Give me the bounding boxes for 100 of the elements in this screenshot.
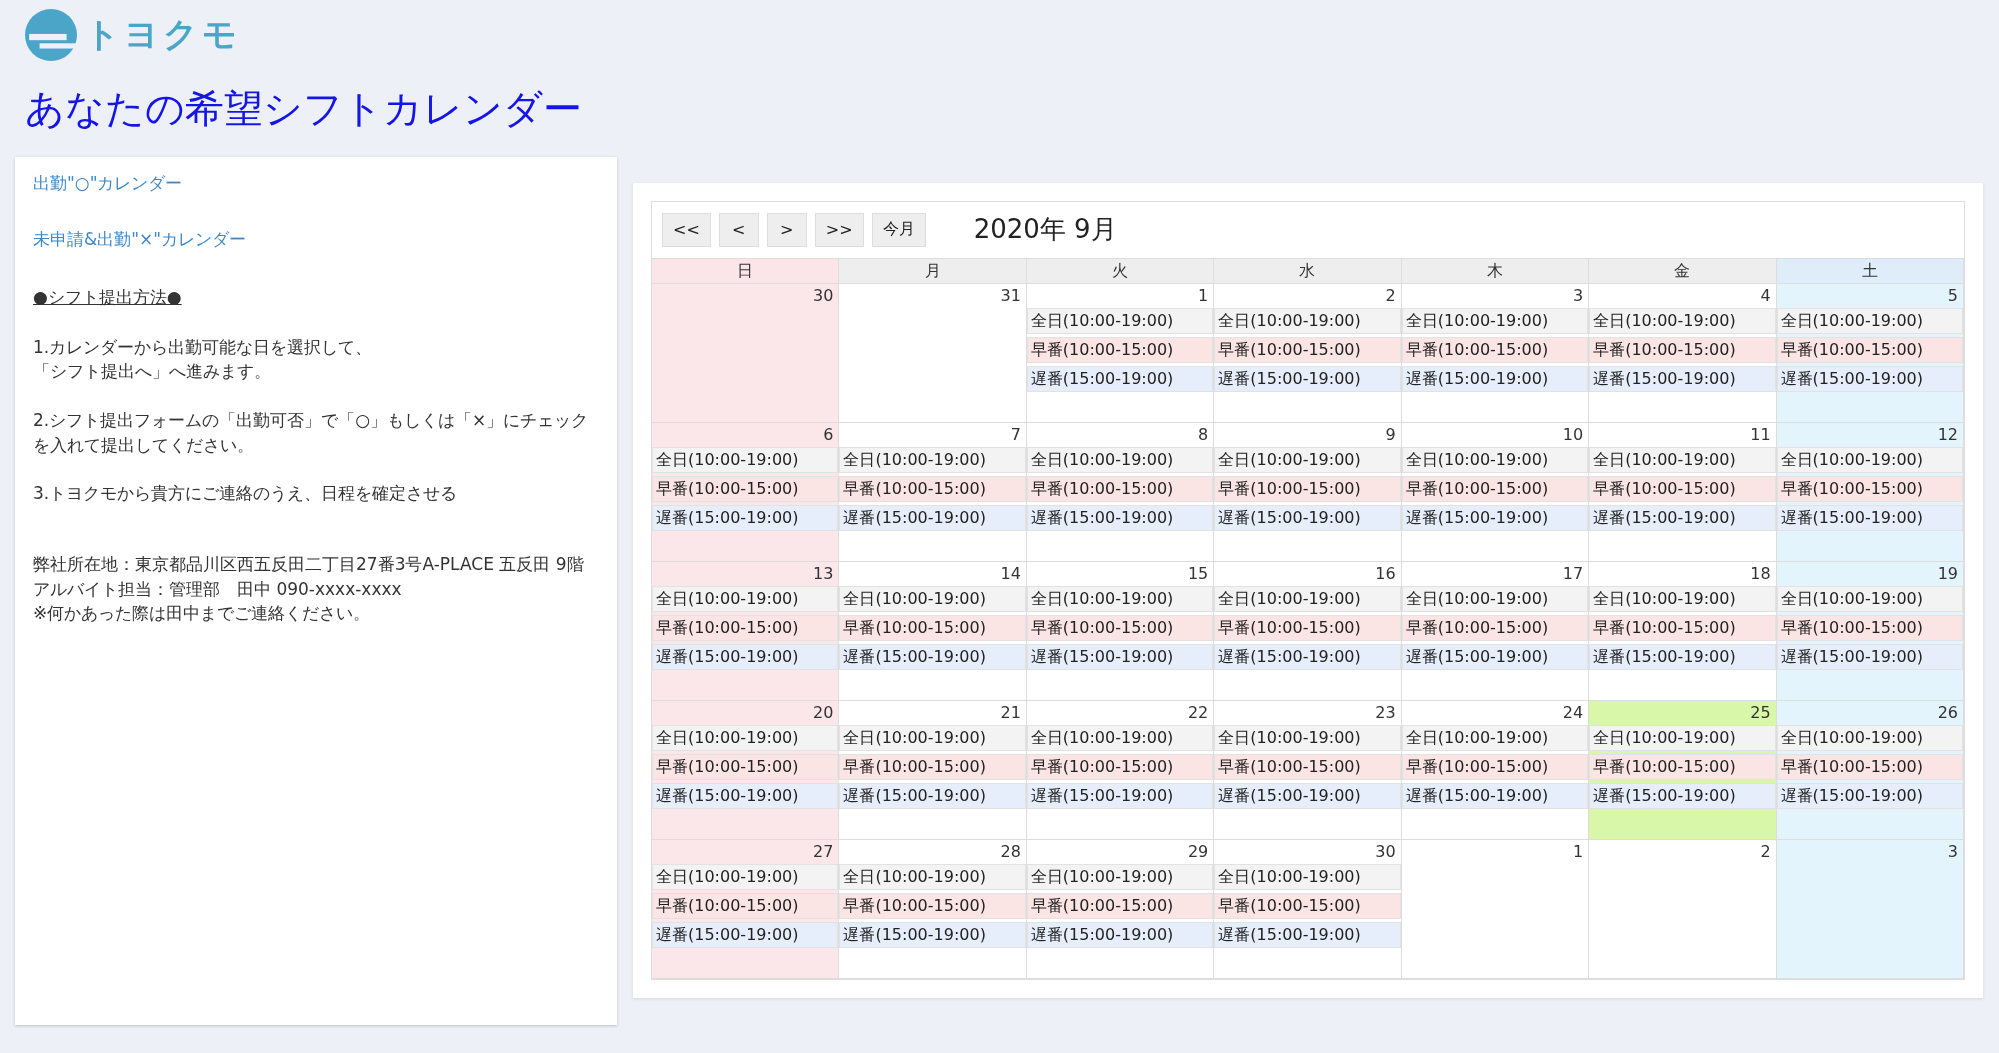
shift-event[interactable]: 遅番(15:00-19:00) xyxy=(1776,643,1963,670)
day-cell[interactable]: 5 全日(10:00-19:00) 早番(10:00-15:00) 遅番(15:00-19:00) xyxy=(1776,283,1964,423)
day-cell[interactable]: 30 全日(10:00-19:00) 早番(10:00-15:00) 遅番(15:00-19:00) xyxy=(1214,839,1402,979)
shift-event[interactable]: 全日(10:00-19:00) xyxy=(1589,724,1776,751)
nav-button[interactable]: 今月 xyxy=(871,212,926,247)
day-cell[interactable]: 21 全日(10:00-19:00) 早番(10:00-15:00) 遅番(15:00-19:00) xyxy=(839,700,1027,840)
shift-event[interactable]: 早番(10:00-15:00) xyxy=(1026,892,1214,919)
shift-event[interactable]: 早番(10:00-15:00) xyxy=(1401,753,1589,780)
shift-event[interactable]: 早番(10:00-15:00) xyxy=(1214,892,1401,919)
shift-event[interactable]: 早番(10:00-15:00) xyxy=(1401,475,1589,502)
shift-event[interactable]: 早番(10:00-15:00) xyxy=(652,614,839,641)
shift-event[interactable]: 遅番(15:00-19:00) xyxy=(1589,504,1776,531)
shift-event[interactable]: 遅番(15:00-19:00) xyxy=(1589,782,1776,809)
shift-event[interactable]: 遅番(15:00-19:00) xyxy=(652,643,839,670)
day-cell[interactable]: 19 全日(10:00-19:00) 早番(10:00-15:00) 遅番(15:00-19:00) xyxy=(1776,561,1964,701)
shift-event[interactable]: 全日(10:00-19:00) xyxy=(1401,307,1589,334)
shift-event[interactable]: 全日(10:00-19:00) xyxy=(1401,585,1589,612)
day-cell[interactable]: 17 全日(10:00-19:00) 早番(10:00-15:00) 遅番(15:00-19:00) xyxy=(1401,561,1590,701)
day-cell[interactable]: 7 全日(10:00-19:00) 早番(10:00-15:00) 遅番(15:00-19:00) xyxy=(839,422,1027,562)
shift-event[interactable]: 早番(10:00-15:00) xyxy=(1026,753,1214,780)
shift-event[interactable]: 全日(10:00-19:00) xyxy=(839,724,1026,751)
day-cell[interactable]: 18 全日(10:00-19:00) 早番(10:00-15:00) 遅番(15:00-19:00) xyxy=(1589,561,1777,701)
shift-event[interactable]: 早番(10:00-15:00) xyxy=(1401,614,1589,641)
shift-event[interactable]: 遅番(15:00-19:00) xyxy=(1589,643,1776,670)
day-cell[interactable]: 29 全日(10:00-19:00) 早番(10:00-15:00) 遅番(15:00-19:00) xyxy=(1026,839,1215,979)
shift-event[interactable]: 遅番(15:00-19:00) xyxy=(1401,643,1589,670)
shift-event[interactable]: 全日(10:00-19:00) xyxy=(1589,307,1776,334)
day-cell[interactable]: 6 全日(10:00-19:00) 早番(10:00-15:00) 遅番(15:00-19:00) xyxy=(652,422,840,562)
shift-event[interactable]: 全日(10:00-19:00) xyxy=(652,446,839,473)
shift-event[interactable]: 遅番(15:00-19:00) xyxy=(1776,782,1963,809)
day-cell[interactable]: 15 全日(10:00-19:00) 早番(10:00-15:00) 遅番(15:00-19:00) xyxy=(1026,561,1215,701)
shift-event[interactable]: 早番(10:00-15:00) xyxy=(1589,475,1776,502)
shift-event[interactable]: 早番(10:00-15:00) xyxy=(1776,614,1963,641)
shift-event[interactable]: 早番(10:00-15:00) xyxy=(1589,336,1776,363)
day-cell[interactable]: 24 全日(10:00-19:00) 早番(10:00-15:00) 遅番(15:00-19:00) xyxy=(1401,700,1590,840)
shift-event[interactable]: 遅番(15:00-19:00) xyxy=(1214,504,1401,531)
day-cell[interactable]: 12 全日(10:00-19:00) 早番(10:00-15:00) 遅番(15:00-19:00) xyxy=(1776,422,1964,562)
shift-event[interactable]: 早番(10:00-15:00) xyxy=(1026,614,1214,641)
shift-event[interactable]: 遅番(15:00-19:00) xyxy=(1401,782,1589,809)
calendar-link[interactable]: 未申請&出勤"×"カレンダー xyxy=(33,229,599,250)
shift-event[interactable]: 全日(10:00-19:00) xyxy=(1589,446,1776,473)
shift-event[interactable]: 遅番(15:00-19:00) xyxy=(1214,921,1401,948)
shift-event[interactable]: 全日(10:00-19:00) xyxy=(1401,446,1589,473)
shift-event[interactable]: 遅番(15:00-19:00) xyxy=(1214,643,1401,670)
day-cell[interactable]: 30 xyxy=(652,283,840,423)
day-cell[interactable]: 2 xyxy=(1589,839,1777,979)
nav-button[interactable]: > xyxy=(766,212,807,247)
shift-event[interactable]: 遅番(15:00-19:00) xyxy=(839,782,1026,809)
day-cell[interactable]: 4 全日(10:00-19:00) 早番(10:00-15:00) 遅番(15:00-19:00) xyxy=(1589,283,1777,423)
shift-event[interactable]: 全日(10:00-19:00) xyxy=(1776,585,1963,612)
shift-event[interactable]: 遅番(15:00-19:00) xyxy=(1776,504,1963,531)
shift-event[interactable]: 全日(10:00-19:00) xyxy=(1026,585,1214,612)
shift-event[interactable]: 早番(10:00-15:00) xyxy=(1589,614,1776,641)
shift-event[interactable]: 全日(10:00-19:00) xyxy=(1026,724,1214,751)
shift-event[interactable]: 全日(10:00-19:00) xyxy=(1214,307,1401,334)
day-cell[interactable]: 1 xyxy=(1401,839,1590,979)
shift-event[interactable]: 全日(10:00-19:00) xyxy=(1214,446,1401,473)
shift-event[interactable]: 遅番(15:00-19:00) xyxy=(652,504,839,531)
shift-event[interactable]: 早番(10:00-15:00) xyxy=(839,614,1026,641)
shift-event[interactable]: 全日(10:00-19:00) xyxy=(652,585,839,612)
shift-event[interactable]: 遅番(15:00-19:00) xyxy=(839,643,1026,670)
day-cell[interactable]: 2 全日(10:00-19:00) 早番(10:00-15:00) 遅番(15:00-19:00) xyxy=(1214,283,1402,423)
day-cell[interactable]: 26 全日(10:00-19:00) 早番(10:00-15:00) 遅番(15:00-19:00) xyxy=(1776,700,1964,840)
shift-event[interactable]: 遅番(15:00-19:00) xyxy=(1214,782,1401,809)
shift-event[interactable]: 遅番(15:00-19:00) xyxy=(839,504,1026,531)
shift-event[interactable]: 早番(10:00-15:00) xyxy=(1214,614,1401,641)
shift-event[interactable]: 全日(10:00-19:00) xyxy=(1214,863,1401,890)
shift-event[interactable]: 全日(10:00-19:00) xyxy=(1776,724,1963,751)
shift-event[interactable]: 早番(10:00-15:00) xyxy=(839,753,1026,780)
shift-event[interactable]: 早番(10:00-15:00) xyxy=(1214,753,1401,780)
day-cell[interactable]: 20 全日(10:00-19:00) 早番(10:00-15:00) 遅番(15:00-19:00) xyxy=(652,700,840,840)
shift-event[interactable]: 全日(10:00-19:00) xyxy=(1776,446,1963,473)
shift-event[interactable]: 早番(10:00-15:00) xyxy=(652,475,839,502)
day-cell[interactable]: 25 全日(10:00-19:00) 早番(10:00-15:00) 遅番(15:00-19:00) xyxy=(1589,700,1777,840)
nav-button[interactable]: < xyxy=(718,212,759,247)
day-cell[interactable]: 14 全日(10:00-19:00) 早番(10:00-15:00) 遅番(15:00-19:00) xyxy=(839,561,1027,701)
shift-event[interactable]: 遅番(15:00-19:00) xyxy=(652,921,839,948)
day-cell[interactable]: 27 全日(10:00-19:00) 早番(10:00-15:00) 遅番(15:00-19:00) xyxy=(652,839,840,979)
shift-event[interactable]: 全日(10:00-19:00) xyxy=(1214,724,1401,751)
shift-event[interactable]: 早番(10:00-15:00) xyxy=(1589,753,1776,780)
shift-event[interactable]: 全日(10:00-19:00) xyxy=(1589,585,1776,612)
shift-event[interactable]: 早番(10:00-15:00) xyxy=(839,892,1026,919)
shift-event[interactable]: 遅番(15:00-19:00) xyxy=(839,921,1026,948)
shift-event[interactable]: 全日(10:00-19:00) xyxy=(839,863,1026,890)
day-cell[interactable]: 9 全日(10:00-19:00) 早番(10:00-15:00) 遅番(15:00-19:00) xyxy=(1214,422,1402,562)
shift-event[interactable]: 全日(10:00-19:00) xyxy=(1776,307,1963,334)
shift-event[interactable]: 遅番(15:00-19:00) xyxy=(1401,365,1589,392)
shift-event[interactable]: 遅番(15:00-19:00) xyxy=(1214,365,1401,392)
day-cell[interactable]: 23 全日(10:00-19:00) 早番(10:00-15:00) 遅番(15:00-19:00) xyxy=(1214,700,1402,840)
shift-event[interactable]: 遅番(15:00-19:00) xyxy=(1026,643,1214,670)
shift-event[interactable]: 早番(10:00-15:00) xyxy=(1401,336,1589,363)
day-cell[interactable]: 3 全日(10:00-19:00) 早番(10:00-15:00) 遅番(15:00-19:00) xyxy=(1401,283,1590,423)
shift-event[interactable]: 遅番(15:00-19:00) xyxy=(1401,504,1589,531)
shift-event[interactable]: 遅番(15:00-19:00) xyxy=(1026,782,1214,809)
shift-event[interactable]: 早番(10:00-15:00) xyxy=(652,892,839,919)
shift-event[interactable]: 全日(10:00-19:00) xyxy=(1026,307,1214,334)
shift-event[interactable]: 遅番(15:00-19:00) xyxy=(1026,921,1214,948)
day-cell[interactable]: 16 全日(10:00-19:00) 早番(10:00-15:00) 遅番(15:00-19:00) xyxy=(1214,561,1402,701)
day-cell[interactable]: 10 全日(10:00-19:00) 早番(10:00-15:00) 遅番(15:00-19:00) xyxy=(1401,422,1590,562)
shift-event[interactable]: 全日(10:00-19:00) xyxy=(1026,446,1214,473)
